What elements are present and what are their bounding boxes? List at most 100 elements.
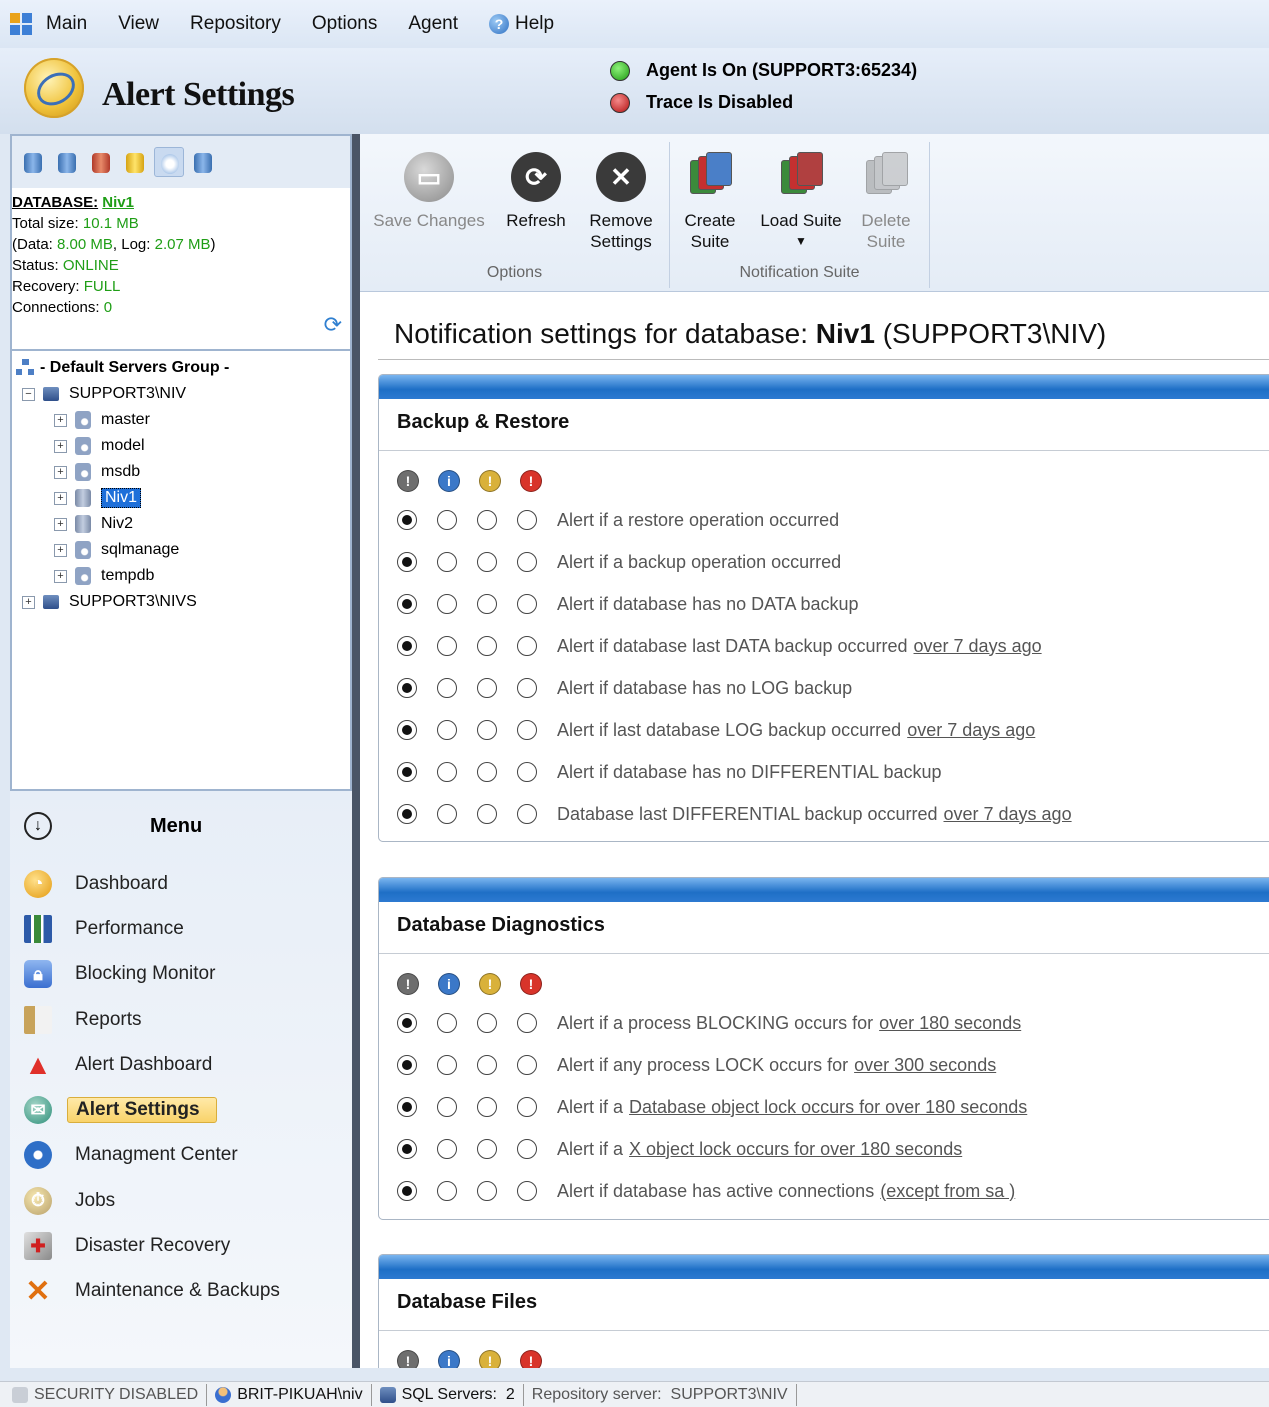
severity-radio-none[interactable] <box>397 804 417 824</box>
save-changes-button[interactable]: ▭ Save Changes <box>370 152 488 231</box>
severity-radio-warning[interactable] <box>477 804 497 824</box>
severity-radio-critical[interactable] <box>517 552 537 572</box>
expand-icon[interactable]: + <box>54 413 67 427</box>
expand-icon[interactable]: + <box>54 465 67 479</box>
expand-icon[interactable]: + <box>54 569 67 583</box>
add-server-icon[interactable] <box>18 147 48 177</box>
severity-radio-warning[interactable] <box>477 1097 497 1117</box>
severity-radio-warning[interactable] <box>477 762 497 782</box>
severity-radio-none[interactable] <box>397 1139 417 1159</box>
nav-alert-dashboard[interactable]: ▲ Alert Dashboard <box>10 1042 352 1087</box>
alert-threshold-link[interactable]: (except from sa ) <box>880 1181 1015 1202</box>
severity-radio-critical[interactable] <box>517 1097 537 1117</box>
remove-database-icon[interactable] <box>86 147 116 177</box>
expand-icon[interactable]: + <box>54 543 67 557</box>
nav-alert-settings[interactable]: ✉ Alert Settings <box>10 1087 352 1132</box>
severity-radio-none[interactable] <box>397 552 417 572</box>
severity-radio-warning[interactable] <box>477 1139 497 1159</box>
severity-radio-critical[interactable] <box>517 762 537 782</box>
nav-disaster-recovery[interactable]: ✚ Disaster Recovery <box>10 1223 352 1268</box>
tree-group[interactable]: - Default Servers Group - <box>16 355 350 381</box>
severity-radio-none[interactable] <box>397 1181 417 1201</box>
menu-options[interactable]: Options <box>312 13 377 35</box>
severity-radio-none[interactable] <box>397 1013 417 1033</box>
severity-radio-warning[interactable] <box>477 1013 497 1033</box>
severity-radio-critical[interactable] <box>517 594 537 614</box>
chevron-down-icon[interactable]: ▼ <box>756 231 846 252</box>
tree-database[interactable]: + sqlmanage <box>16 537 350 563</box>
nav-management-center[interactable]: Managment Center <box>10 1133 352 1178</box>
severity-radio-warning[interactable] <box>477 594 497 614</box>
menu-help[interactable]: ? Help <box>489 13 554 35</box>
nav-maintenance-backups[interactable]: ✕ Maintenance & Backups <box>10 1269 352 1314</box>
severity-radio-none[interactable] <box>397 762 417 782</box>
alert-threshold-link[interactable]: X object lock occurs for over 180 second… <box>629 1139 962 1160</box>
alert-threshold-link[interactable]: over 180 seconds <box>879 1013 1021 1034</box>
severity-radio-none[interactable] <box>397 594 417 614</box>
tree-database[interactable]: + model <box>16 433 350 459</box>
severity-radio-none[interactable] <box>397 510 417 530</box>
tree-server[interactable]: − SUPPORT3\NIV <box>16 381 350 407</box>
severity-radio-warning[interactable] <box>477 1055 497 1075</box>
menu-repository[interactable]: Repository <box>190 13 281 35</box>
severity-radio-info[interactable] <box>437 720 457 740</box>
refresh-button[interactable]: ⟳ Refresh <box>498 152 574 231</box>
severity-radio-none[interactable] <box>397 636 417 656</box>
nav-performance[interactable]: Performance <box>10 906 352 951</box>
severity-radio-critical[interactable] <box>517 1055 537 1075</box>
severity-radio-warning[interactable] <box>477 720 497 740</box>
severity-radio-info[interactable] <box>437 1181 457 1201</box>
alert-threshold-link[interactable]: over 7 days ago <box>907 720 1035 741</box>
remove-settings-button[interactable]: ✕ Remove Settings <box>582 152 660 252</box>
nav-blocking-monitor[interactable]: 🔒︎ Blocking Monitor <box>10 952 352 997</box>
severity-radio-info[interactable] <box>437 1097 457 1117</box>
severity-radio-info[interactable] <box>437 1139 457 1159</box>
severity-radio-none[interactable] <box>397 1055 417 1075</box>
severity-radio-critical[interactable] <box>517 636 537 656</box>
alert-threshold-link[interactable]: Database object lock occurs for over 180… <box>629 1097 1027 1118</box>
severity-radio-warning[interactable] <box>477 510 497 530</box>
expand-icon[interactable]: + <box>22 595 35 609</box>
menu-view[interactable]: View <box>118 13 159 35</box>
nav-jobs[interactable]: ⏱ Jobs <box>10 1178 352 1223</box>
wizard-icon[interactable] <box>120 147 150 177</box>
severity-radio-info[interactable] <box>437 762 457 782</box>
severity-radio-critical[interactable] <box>517 510 537 530</box>
collapse-icon[interactable]: − <box>22 387 35 401</box>
tree-database[interactable]: + Niv2 <box>16 511 350 537</box>
severity-radio-critical[interactable] <box>517 804 537 824</box>
create-suite-button[interactable]: Create Suite <box>676 152 744 252</box>
severity-radio-none[interactable] <box>397 1097 417 1117</box>
expand-icon[interactable]: + <box>54 439 67 453</box>
add-database-icon[interactable] <box>52 147 82 177</box>
info-icon[interactable] <box>154 147 184 177</box>
refresh-icon[interactable]: ⟳ <box>324 312 342 338</box>
severity-radio-info[interactable] <box>437 510 457 530</box>
menu-agent[interactable]: Agent <box>408 13 458 35</box>
severity-radio-warning[interactable] <box>477 1181 497 1201</box>
alert-threshold-link[interactable]: over 7 days ago <box>914 636 1042 657</box>
menu-main[interactable]: Main <box>46 13 87 35</box>
severity-radio-critical[interactable] <box>517 678 537 698</box>
alert-threshold-link[interactable]: over 7 days ago <box>944 804 1072 825</box>
tree-server[interactable]: + SUPPORT3\NIVS <box>16 589 350 615</box>
database-settings-icon[interactable] <box>188 147 218 177</box>
severity-radio-info[interactable] <box>437 1013 457 1033</box>
severity-radio-critical[interactable] <box>517 1181 537 1201</box>
severity-radio-critical[interactable] <box>517 1139 537 1159</box>
expand-icon[interactable]: + <box>54 517 67 531</box>
tree-database[interactable]: + tempdb <box>16 563 350 589</box>
tree-database-selected[interactable]: + Niv1 <box>16 485 350 511</box>
severity-radio-critical[interactable] <box>517 720 537 740</box>
tree-database[interactable]: + msdb <box>16 459 350 485</box>
severity-radio-info[interactable] <box>437 1055 457 1075</box>
tree-database[interactable]: + master <box>16 407 350 433</box>
severity-radio-critical[interactable] <box>517 1013 537 1033</box>
severity-radio-warning[interactable] <box>477 636 497 656</box>
severity-radio-info[interactable] <box>437 594 457 614</box>
severity-radio-info[interactable] <box>437 678 457 698</box>
nav-dashboard[interactable]: ◔ Dashboard <box>10 861 352 906</box>
severity-radio-info[interactable] <box>437 804 457 824</box>
severity-radio-warning[interactable] <box>477 678 497 698</box>
load-suite-button[interactable]: Load Suite ▼ <box>756 152 846 252</box>
